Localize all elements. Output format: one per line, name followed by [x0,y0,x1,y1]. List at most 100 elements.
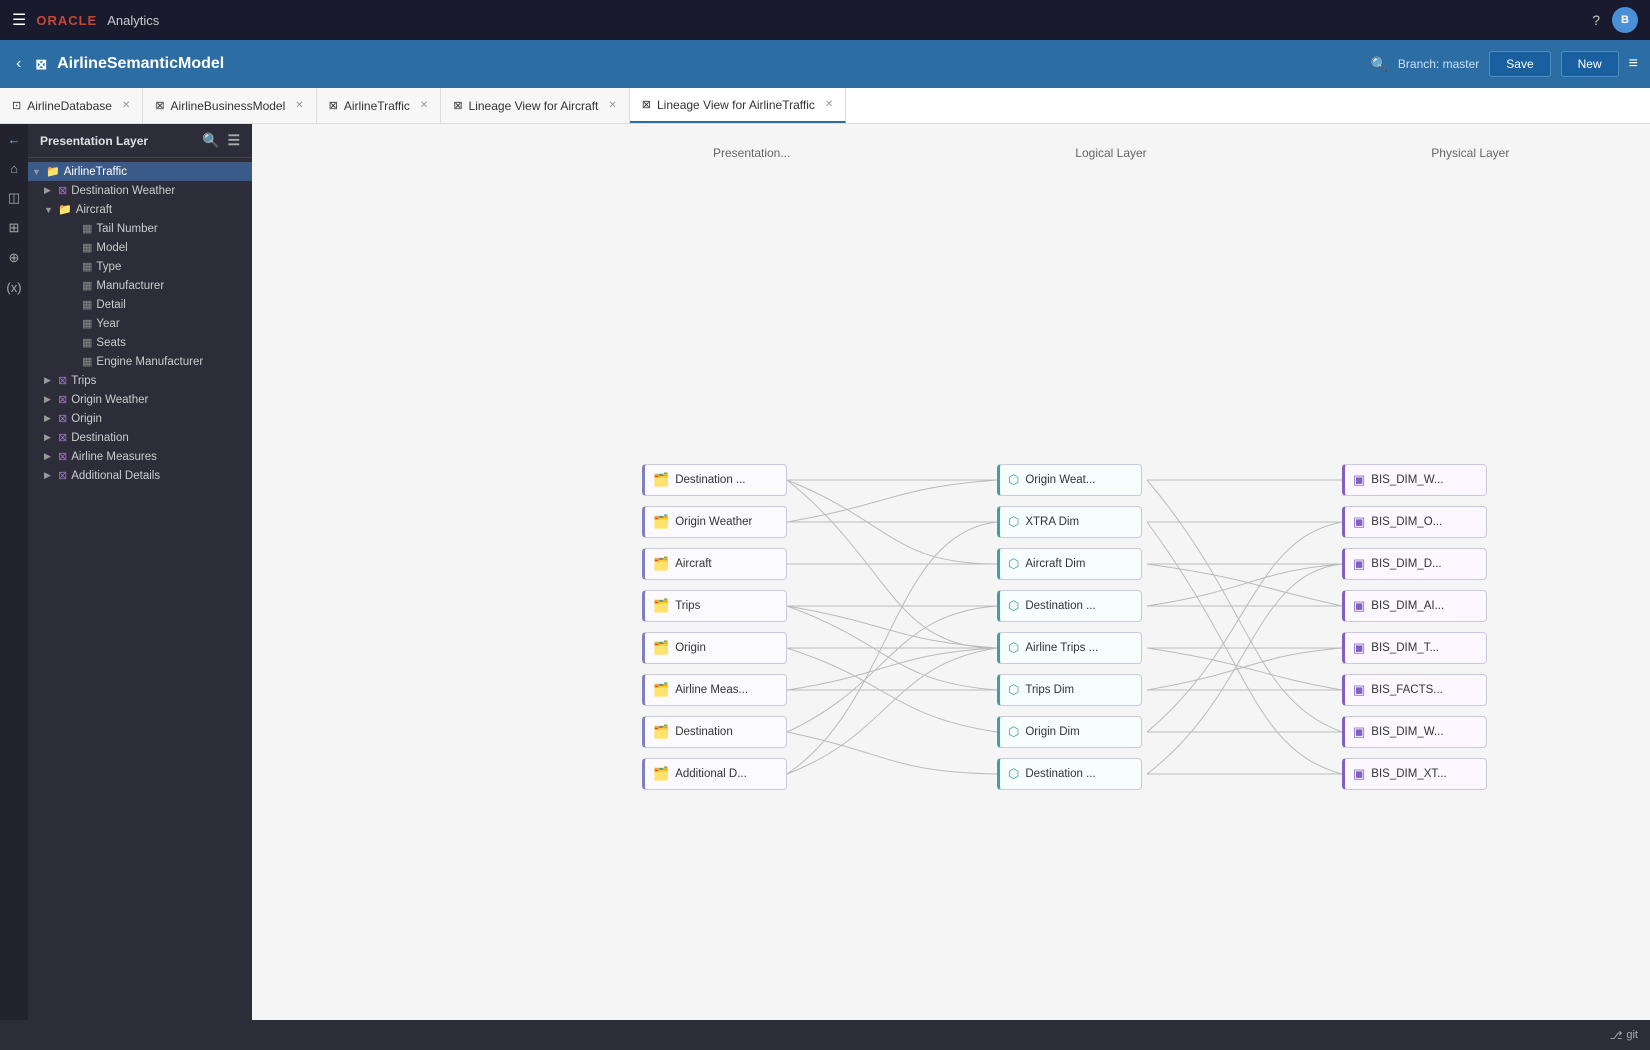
avatar[interactable]: B [1612,7,1638,33]
app-title: Analytics [107,13,159,28]
tab-lineage-aircraft[interactable]: ⊠ Lineage View for Aircraft ✕ [441,88,629,123]
node-l5[interactable]: ⬡ Airline Trips ... [997,632,1142,664]
sidebar-item-airline-measures[interactable]: ▶ ⊠ Airline Measures [28,447,252,466]
sidebar-item-engine-manufacturer[interactable]: ▦ Engine Manufacturer [28,352,252,371]
layer-headers: Presentation... Logical Layer Physical L… [252,146,1650,160]
tab-lineage-airlinetraffic[interactable]: ⊠ Lineage View for AirlineTraffic ✕ [630,88,846,123]
sidebar-item-destination-weather[interactable]: ▶ ⊠ Destination Weather [28,181,252,200]
menu-icon[interactable]: ≡ [1629,55,1638,73]
node-ph4[interactable]: ▣ BIS_DIM_AI... [1342,590,1487,622]
node-p5[interactable]: 🗂️ Origin [642,632,787,664]
sidebar-item-destination[interactable]: ▶ ⊠ Destination [28,428,252,447]
tab-close-at[interactable]: ✕ [420,100,428,111]
nav-grid-icon[interactable]: ⊞ [9,220,20,236]
node-label-l6: Trips Dim [1025,684,1074,696]
node-p7[interactable]: 🗂️ Destination [642,716,787,748]
nav-back-icon[interactable]: ← [8,132,21,147]
nav-layers-icon[interactable]: ◫ [8,190,20,206]
node-ph7[interactable]: ▣ BIS_DIM_W... [1342,716,1487,748]
node-ph2[interactable]: ▣ BIS_DIM_O... [1342,506,1487,538]
node-l8[interactable]: ⬡ Destination ... [997,758,1142,790]
tab-close-la[interactable]: ✕ [608,100,616,111]
sidebar-item-origin-weather[interactable]: ▶ ⊠ Origin Weather [28,390,252,409]
node-p3[interactable]: 🗂️ Aircraft [642,548,787,580]
sidebar-item-airlinetraffic[interactable]: ▼ 📁 AirlineTraffic [28,162,252,181]
tab-label-at: AirlineTraffic [344,99,410,113]
tree-label: Tail Number [96,223,157,235]
sidebar-menu-icon[interactable]: ☰ [227,132,240,149]
node-label-p8: Additional D... [675,768,747,780]
sidebar-item-detail[interactable]: ▦ Detail [28,295,252,314]
git-badge[interactable]: ⎇ git [1610,1029,1638,1042]
tab-close-lat[interactable]: ✕ [825,99,833,110]
node-ph5[interactable]: ▣ BIS_DIM_T... [1342,632,1487,664]
tab-close-db[interactable]: ✕ [122,100,130,111]
tab-label-bm: AirlineBusinessModel [171,99,286,113]
node-l2[interactable]: ⬡ XTRA Dim [997,506,1142,538]
node-l4[interactable]: ⬡ Destination ... [997,590,1142,622]
tab-icon-at: ⊠ [329,99,338,112]
node-icon-p6: 🗂️ [653,682,669,698]
nav-formula-icon[interactable]: (x) [6,280,21,295]
caret-icon: ▼ [32,167,42,177]
node-p8[interactable]: 🗂️ Additional D... [642,758,787,790]
sidebar-item-additional-details[interactable]: ▶ ⊠ Additional Details [28,466,252,485]
hamburger-icon[interactable]: ☰ [12,10,26,30]
tree-label: Model [96,242,127,254]
sidebar-header-right: 🔍 ☰ [202,132,240,149]
help-icon[interactable]: ? [1592,12,1600,28]
node-l1[interactable]: ⬡ Origin Weat... [997,464,1142,496]
node-icon-p8: 🗂️ [653,766,669,782]
node-p6[interactable]: 🗂️ Airline Meas... [642,674,787,706]
sidebar-item-tail-number[interactable]: ▦ Tail Number [28,219,252,238]
node-label-p1: Destination ... [675,474,745,486]
folder-icon: 📁 [58,203,72,216]
sidebar-item-type[interactable]: ▦ Type [28,257,252,276]
sidebar-item-aircraft[interactable]: ▼ 📁 Aircraft [28,200,252,219]
nav-home-icon[interactable]: ⌂ [10,161,18,176]
sidebar-item-trips[interactable]: ▶ ⊠ Trips [28,371,252,390]
node-p2[interactable]: 🗂️ Origin Weather [642,506,787,538]
new-button[interactable]: New [1561,51,1619,77]
oracle-logo: ORACLE [36,13,97,28]
save-button[interactable]: Save [1489,51,1550,77]
node-icon-l3: ⬡ [1008,556,1019,572]
sidebar-item-manufacturer[interactable]: ▦ Manufacturer [28,276,252,295]
node-l6[interactable]: ⬡ Trips Dim [997,674,1142,706]
tree-label: Aircraft [76,204,112,216]
node-label-l8: Destination ... [1025,768,1095,780]
tree-label: Seats [96,337,125,349]
node-icon-ph7: ▣ [1353,724,1365,740]
tree-label: Year [96,318,119,330]
tab-airlinedatabase[interactable]: ⊡ AirlineDatabase ✕ [0,88,143,123]
column-icon: ▦ [82,241,92,254]
node-label-ph8: BIS_DIM_XT... [1371,768,1446,780]
tab-airlinebusinessmodel[interactable]: ⊠ AirlineBusinessModel ✕ [143,88,316,123]
sidebar-item-seats[interactable]: ▦ Seats [28,333,252,352]
node-icon-ph3: ▣ [1353,556,1365,572]
node-p1[interactable]: 🗂️ Destination ... [642,464,787,496]
model-icon: ⊠ [35,56,47,73]
node-ph8[interactable]: ▣ BIS_DIM_XT... [1342,758,1487,790]
column-icon: ▦ [82,279,92,292]
sidebar-item-model[interactable]: ▦ Model [28,238,252,257]
node-l3[interactable]: ⬡ Aircraft Dim [997,548,1142,580]
tab-airlinetraffic[interactable]: ⊠ AirlineTraffic ✕ [317,88,442,123]
tab-close-bm[interactable]: ✕ [295,100,303,111]
top-bar-right: ? B [1592,7,1638,33]
sidebar-item-year[interactable]: ▦ Year [28,314,252,333]
node-label-l7: Origin Dim [1025,726,1079,738]
node-ph6[interactable]: ▣ BIS_FACTS... [1342,674,1487,706]
column-icon: ▦ [82,298,92,311]
search-icon[interactable]: 🔍 [1370,56,1387,73]
node-l7[interactable]: ⬡ Origin Dim [997,716,1142,748]
nav-connect-icon[interactable]: ⊕ [9,250,20,266]
back-button[interactable]: ‹ [12,51,25,77]
node-ph1[interactable]: ▣ BIS_DIM_W... [1342,464,1487,496]
node-ph3[interactable]: ▣ BIS_DIM_D... [1342,548,1487,580]
layer-header-logical: Logical Layer [931,146,1290,160]
sidebar-item-origin[interactable]: ▶ ⊠ Origin [28,409,252,428]
sidebar-search-icon[interactable]: 🔍 [202,132,219,149]
node-p4[interactable]: 🗂️ Trips [642,590,787,622]
node-icon-p7: 🗂️ [653,724,669,740]
